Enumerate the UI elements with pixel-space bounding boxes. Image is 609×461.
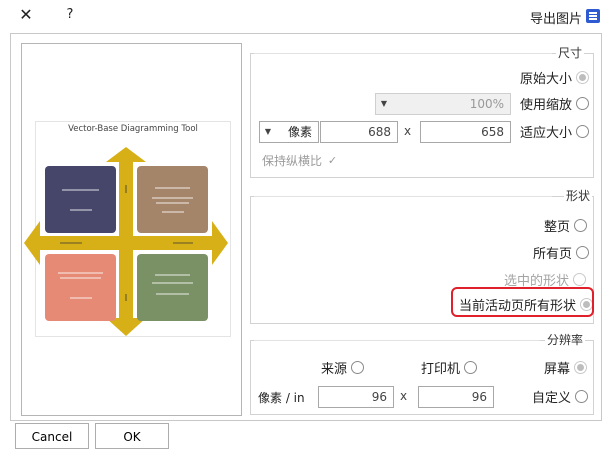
- radio-selected-shapes-control[interactable]: [573, 273, 587, 286]
- resolution-group-label: 分辨率: [545, 331, 586, 348]
- radio-custom-label: 自定义: [532, 391, 572, 406]
- highlight-annotation: [451, 287, 594, 317]
- size-x-separator: x: [404, 124, 412, 138]
- radio-fit-size-control[interactable]: [576, 125, 590, 138]
- keep-ratio-label: 保持纵横比: [262, 154, 323, 168]
- quadrant-top-right: [137, 166, 208, 233]
- radio-whole-page-control[interactable]: [574, 219, 588, 232]
- arrow-up-head: [106, 147, 146, 162]
- zoom-value: 100%: [469, 97, 504, 111]
- radio-original-size-control[interactable]: [576, 71, 590, 84]
- arrow-left-head: [24, 221, 40, 265]
- radio-source[interactable]: 来源: [321, 358, 365, 377]
- radio-fit-size[interactable]: 适应大小: [520, 122, 590, 141]
- dpi-x-separator: x: [400, 389, 408, 403]
- radio-custom[interactable]: 自定义: [532, 387, 589, 406]
- radio-printer-label: 打印机: [421, 362, 461, 377]
- quadrant-bottom-left: [45, 254, 116, 321]
- keep-ratio-checkbox[interactable]: 保持纵横比 ✓: [262, 152, 339, 169]
- quadrant-top-left: [45, 166, 116, 233]
- radio-all-pages-control[interactable]: [576, 246, 590, 259]
- radio-original-size-label: 原始大小: [520, 72, 573, 87]
- zoom-select[interactable]: ▼ 100%: [375, 93, 511, 115]
- width-input[interactable]: 658: [420, 121, 511, 143]
- radio-whole-page-label: 整页: [544, 220, 571, 235]
- size-unit-select[interactable]: ▼ 像素: [259, 121, 319, 143]
- quadrant-bottom-right: [137, 254, 208, 321]
- shape-group-label: 形状: [564, 187, 593, 204]
- radio-source-control[interactable]: [351, 361, 365, 374]
- radio-custom-control[interactable]: [575, 390, 589, 403]
- cancel-button[interactable]: Cancel: [15, 423, 89, 449]
- chevron-down-icon: ▼: [380, 99, 388, 108]
- arrow-right-head: [212, 221, 228, 265]
- radio-screen[interactable]: 屏幕: [544, 358, 588, 377]
- resolution-unit: 像素 / in: [258, 391, 305, 405]
- radio-use-zoom-label: 使用缩放: [520, 98, 573, 113]
- radio-printer[interactable]: 打印机: [421, 358, 478, 377]
- radio-use-zoom[interactable]: 使用缩放: [520, 94, 590, 113]
- radio-screen-control[interactable]: [574, 361, 588, 374]
- chevron-down-icon: ▼: [264, 127, 272, 136]
- height-input[interactable]: 688: [320, 121, 398, 143]
- size-group-label: 尺寸: [556, 44, 585, 61]
- radio-all-pages[interactable]: 所有页: [533, 243, 590, 262]
- radio-source-label: 来源: [321, 362, 348, 377]
- radio-whole-page[interactable]: 整页: [544, 216, 588, 235]
- checkmark-icon[interactable]: ✓: [326, 154, 339, 167]
- size-unit-value: 像素: [287, 125, 312, 139]
- ok-button[interactable]: OK: [95, 423, 169, 449]
- dpi-x-input[interactable]: 96: [418, 386, 494, 408]
- radio-all-pages-label: 所有页: [533, 247, 573, 262]
- dpi-y-input[interactable]: 96: [318, 386, 394, 408]
- radio-printer-control[interactable]: [464, 361, 478, 374]
- radio-original-size[interactable]: 原始大小: [520, 68, 590, 87]
- radio-fit-size-label: 适应大小: [520, 126, 573, 141]
- radio-use-zoom-control[interactable]: [576, 97, 590, 110]
- radio-screen-label: 屏幕: [544, 362, 571, 377]
